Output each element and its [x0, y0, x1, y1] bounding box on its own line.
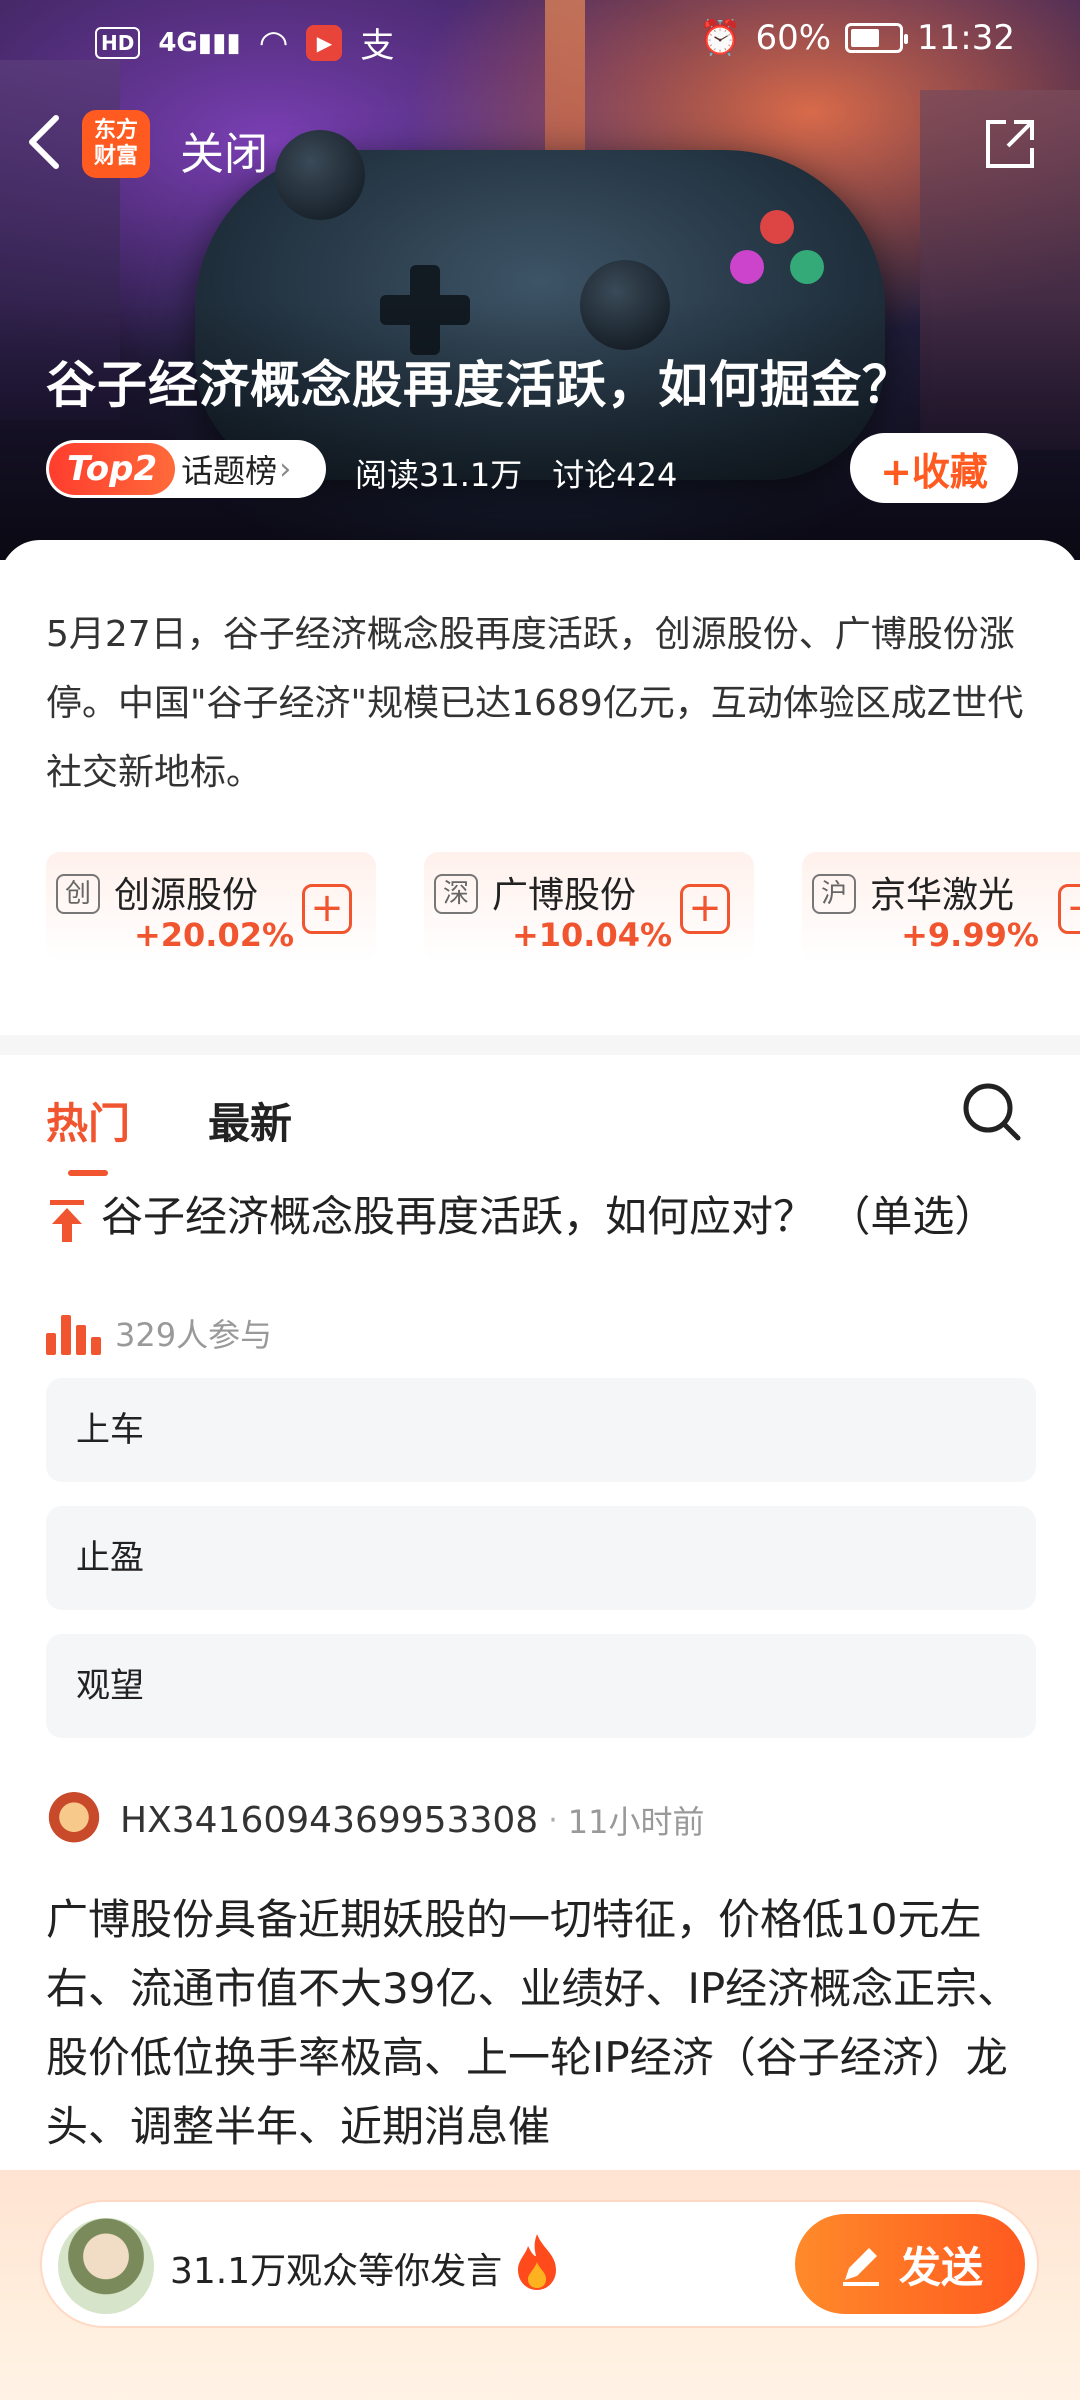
eastmoney-logo: 东方 财富 [82, 110, 150, 178]
stock-name: 京华激光 [870, 875, 1015, 916]
video-app-icon: ▶ [306, 24, 343, 61]
username[interactable]: HX3416094369953308 [120, 1800, 538, 1841]
rank-number: Top2 [49, 443, 176, 495]
topic-content-card: 5月27日，谷子经济概念股再度活跃，创源股份、广博股份涨停。中国"谷子经济"规模… [0, 540, 1080, 2400]
related-stocks: 创 创源股份 +20.02% + 深 广博股份 +10.04% + 沪 京华激光… [0, 852, 1080, 962]
stock-change: +9.99% [901, 916, 1039, 954]
topic-title: 谷子经济概念股再度活跃，如何掘金？ [46, 356, 913, 414]
poll-option[interactable]: 止盈 [46, 1506, 1036, 1610]
alarm-icon: ⏰ [699, 18, 742, 58]
avatar[interactable] [46, 1792, 102, 1848]
battery-icon [845, 23, 909, 53]
add-watchlist-icon[interactable]: + [680, 884, 730, 934]
add-watchlist-icon[interactable]: + [1058, 884, 1080, 934]
tab-hot[interactable]: 热门 [46, 1090, 130, 1176]
stock-card[interactable]: 沪 京华激光 +9.99% + [802, 852, 1080, 962]
add-watchlist-icon[interactable]: + [302, 884, 352, 934]
hd-indicator: HD [95, 26, 141, 59]
share-button[interactable] [980, 114, 1040, 174]
signal-icon: 4G▮▮▮ [158, 27, 241, 58]
top-nav: 东方 财富 关闭 [0, 100, 1080, 190]
poll-question: 谷子经济概念股再度活跃，如何应对？ （单选） [46, 1188, 1036, 1246]
chevron-right-icon: › [279, 451, 292, 487]
rank-list-label: 话题榜 [181, 452, 278, 490]
search-button[interactable] [960, 1080, 1024, 1144]
read-count: 阅读31.1万 [355, 456, 523, 494]
clock: 11:32 [917, 18, 1015, 58]
post-author[interactable]: HX3416094369953308 · 11小时前 [46, 1792, 704, 1848]
hero-shade [0, 300, 1080, 560]
poll-participants: 329人参与 [46, 1310, 272, 1356]
comment-input[interactable]: 31.1万观众等你发言 发送 [42, 2202, 1037, 2326]
feed-tabs: 热门 最新 [46, 1080, 1036, 1176]
back-arrow-icon [29, 115, 59, 169]
stock-card[interactable]: 深 广博股份 +10.04% + [424, 852, 754, 962]
stock-name: 广博股份 [492, 875, 637, 916]
poll-option[interactable]: 观望 [46, 1634, 1036, 1738]
post-time: 11小时前 [567, 1803, 705, 1841]
separator: · [548, 1802, 558, 1838]
stock-change: +20.02% [133, 916, 295, 954]
controller-button [790, 250, 824, 284]
bar-chart-icon [46, 1311, 101, 1355]
search-icon [963, 1083, 1021, 1141]
topic-stats: 阅读31.1万 讨论424 [355, 450, 677, 496]
battery-percent: 60% [755, 18, 832, 58]
send-button[interactable]: 发送 [795, 2214, 1025, 2314]
pen-icon [842, 2248, 879, 2286]
poll-option[interactable]: 上车 [46, 1378, 1036, 1482]
stock-card[interactable]: 创 创源股份 +20.02% + [46, 852, 376, 962]
tab-latest[interactable]: 最新 [208, 1090, 292, 1151]
section-divider [0, 1035, 1080, 1055]
topic-rank-badge[interactable]: Top2 话题榜 › [46, 440, 326, 498]
pinned-top-icon [50, 1200, 84, 1242]
controller-button [760, 210, 794, 244]
stock-name: 创源股份 [114, 875, 259, 916]
share-icon [986, 120, 1034, 168]
wifi-icon: ◠ [258, 22, 289, 63]
status-bar: HD 4G▮▮▮ ◠ ▶ 支 ⏰ 60% 11:32 [0, 0, 1080, 80]
favorite-button[interactable]: +收藏 [850, 433, 1018, 503]
exchange-badge: 创 [56, 874, 100, 914]
post-content[interactable]: 广博股份具备近期妖股的一切特征，价格低10元左右、流通市值不大39亿、业绩好、I… [46, 1885, 1046, 2161]
stock-change: +10.04% [511, 916, 673, 954]
exchange-badge: 深 [434, 874, 478, 914]
close-button[interactable]: 关闭 [180, 118, 268, 182]
fire-icon [518, 2234, 556, 2290]
back-button[interactable] [22, 112, 72, 172]
discussion-count: 讨论424 [552, 456, 678, 494]
controller-button [730, 250, 764, 284]
alipay-icon: 支 [360, 26, 395, 66]
comment-placeholder: 31.1万观众等你发言 [170, 2251, 503, 2292]
comment-bar: 31.1万观众等你发言 发送 [0, 2170, 1080, 2400]
avatar [58, 2218, 154, 2314]
topic-intro: 5月27日，谷子经济概念股再度活跃，创源股份、广博股份涨停。中国"谷子经济"规模… [46, 614, 1024, 793]
exchange-badge: 沪 [812, 874, 856, 914]
